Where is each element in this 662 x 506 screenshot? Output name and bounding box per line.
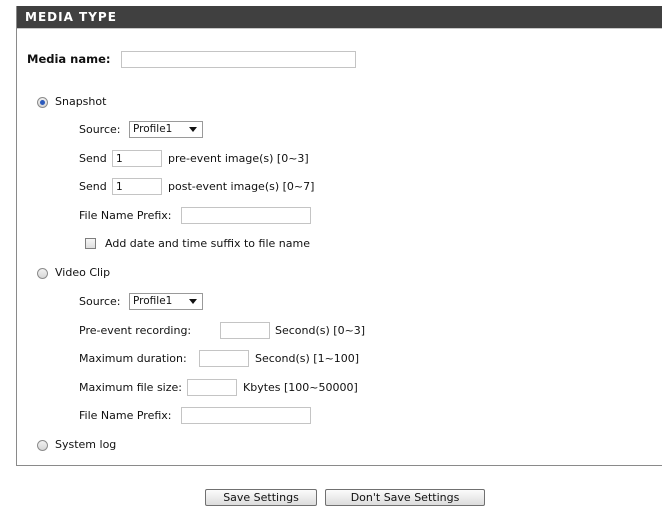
snapshot-send-post-label: Send — [79, 180, 107, 193]
snapshot-source-label: Source: — [79, 123, 121, 136]
media-type-panel: MEDIA TYPE Media name: Snapshot Source: … — [16, 6, 662, 466]
max-file-size-label: Maximum file size: — [79, 381, 182, 394]
pre-event-images-suffix: pre-event image(s) [0~3] — [168, 152, 309, 165]
snapshot-radio[interactable] — [37, 97, 48, 108]
video-source-value: Profile1 — [133, 295, 173, 307]
post-event-images-input[interactable] — [112, 178, 162, 195]
dont-save-settings-button[interactable]: Don't Save Settings — [325, 489, 485, 506]
pre-event-recording-input[interactable] — [220, 322, 270, 339]
video-source-label: Source: — [79, 295, 121, 308]
chevron-down-icon — [189, 299, 197, 304]
video-clip-label: Video Clip — [55, 266, 111, 279]
video-prefix-input[interactable] — [181, 407, 311, 424]
media-name-input[interactable] — [121, 51, 356, 68]
section-header: MEDIA TYPE — [17, 6, 662, 29]
date-time-suffix-checkbox[interactable] — [85, 238, 96, 249]
save-settings-button[interactable]: Save Settings — [205, 489, 317, 506]
date-time-suffix-label: Add date and time suffix to file name — [105, 237, 310, 250]
pre-event-recording-suffix: Second(s) [0~3] — [275, 324, 366, 337]
pre-event-recording-label: Pre-event recording: — [79, 324, 192, 337]
video-source-select[interactable]: Profile1 — [129, 293, 203, 310]
snapshot-label: Snapshot — [55, 95, 107, 108]
snapshot-send-pre-label: Send — [79, 152, 107, 165]
snapshot-prefix-label: File Name Prefix: — [79, 209, 172, 222]
video-clip-radio[interactable] — [37, 268, 48, 279]
media-name-label: Media name: — [27, 52, 111, 66]
snapshot-source-value: Profile1 — [133, 123, 173, 135]
system-log-label: System log — [55, 438, 117, 451]
pre-event-images-input[interactable] — [112, 150, 162, 167]
video-prefix-label: File Name Prefix: — [79, 409, 172, 422]
chevron-down-icon — [189, 127, 197, 132]
snapshot-source-select[interactable]: Profile1 — [129, 121, 203, 138]
max-duration-label: Maximum duration: — [79, 352, 187, 365]
max-duration-input[interactable] — [199, 350, 249, 367]
max-file-size-input[interactable] — [187, 379, 237, 396]
system-log-radio[interactable] — [37, 440, 48, 451]
snapshot-prefix-input[interactable] — [181, 207, 311, 224]
max-duration-suffix: Second(s) [1~100] — [255, 352, 360, 365]
post-event-images-suffix: post-event image(s) [0~7] — [168, 180, 315, 193]
max-file-size-suffix: Kbytes [100~50000] — [243, 381, 358, 394]
